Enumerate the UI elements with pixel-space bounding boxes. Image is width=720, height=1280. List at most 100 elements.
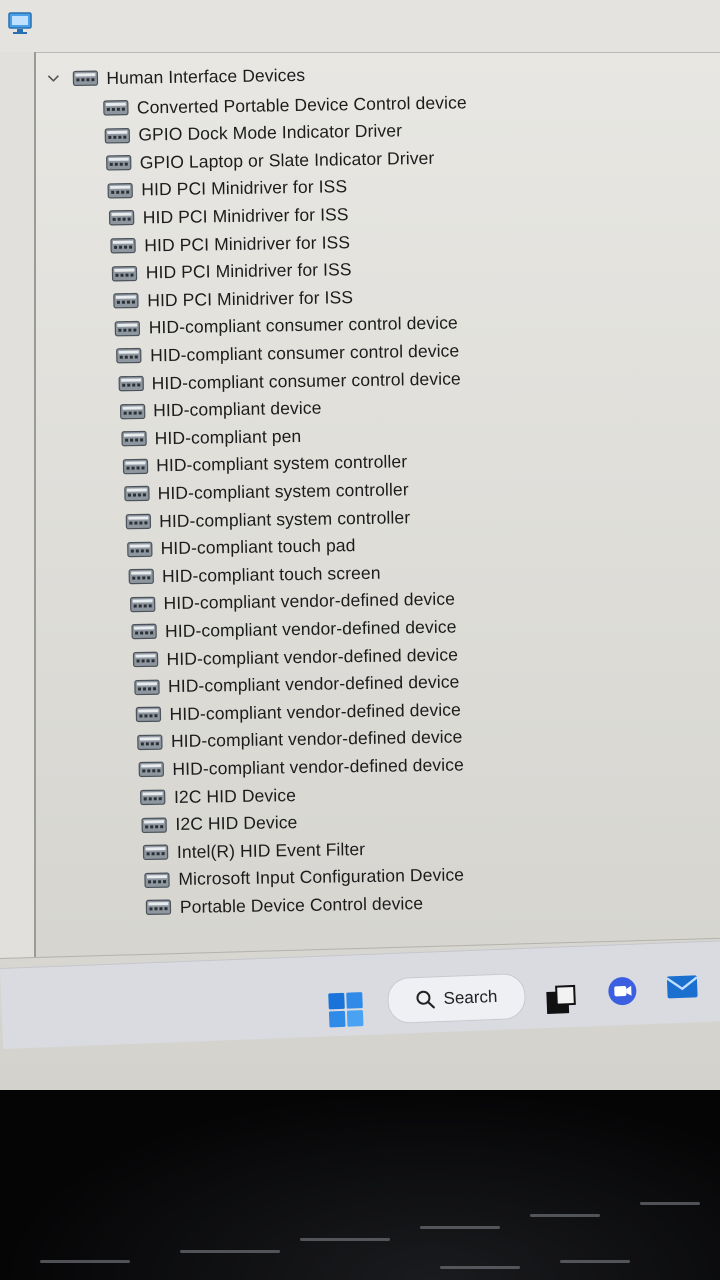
hid-device-icon: [137, 734, 163, 750]
device-item[interactable]: HID-compliant vendor-defined device: [134, 669, 460, 700]
device-label: HID PCI Minidriver for ISS: [142, 204, 349, 228]
hid-device-icon: [72, 70, 99, 87]
category-human-interface-devices[interactable]: Human Interface Devices: [46, 62, 305, 92]
device-label: GPIO Laptop or Slate Indicator Driver: [139, 147, 435, 173]
device-item[interactable]: HID-compliant vendor-defined device: [135, 697, 461, 728]
device-item[interactable]: HID-compliant vendor-defined device: [131, 614, 457, 645]
device-item[interactable]: HID-compliant pen: [120, 423, 301, 452]
device-item[interactable]: Converted Portable Device Control device: [103, 89, 467, 121]
device-label: HID-compliant vendor-defined device: [163, 588, 456, 614]
hid-device-icon: [126, 541, 153, 557]
device-item[interactable]: HID-compliant system controller: [125, 504, 410, 534]
hid-device-icon: [118, 375, 144, 392]
laptop-keyboard-area: [0, 1090, 720, 1280]
device-item[interactable]: HID PCI Minidriver for ISS: [113, 284, 353, 314]
device-label: HID-compliant consumer control device: [150, 340, 460, 366]
category-label: Human Interface Devices: [106, 64, 306, 88]
hid-device-icon: [144, 872, 171, 888]
meet-chat-icon[interactable]: [605, 974, 640, 1009]
device-item[interactable]: HID-compliant touch pad: [126, 533, 356, 563]
device-label: I2C HID Device: [173, 784, 297, 807]
hid-device-icon: [116, 348, 142, 364]
hid-device-icon: [110, 237, 136, 254]
hid-device-icon: [131, 624, 157, 640]
hid-device-icon: [107, 182, 134, 199]
device-item[interactable]: I2C HID Device: [141, 810, 298, 838]
device-label: HID-compliant vendor-defined device: [169, 699, 462, 724]
device-item[interactable]: Microsoft Input Configuration Device: [144, 862, 464, 893]
search-label: Search: [443, 986, 498, 1008]
device-label: HID-compliant consumer control device: [148, 312, 458, 338]
device-label: Microsoft Input Configuration Device: [178, 864, 465, 890]
device-item[interactable]: HID-compliant device: [119, 395, 322, 424]
hid-device-icon: [123, 486, 150, 502]
device-label: HID-compliant system controller: [157, 479, 409, 504]
hid-device-icon: [104, 127, 131, 144]
hid-device-icon: [115, 320, 141, 337]
taskbar-search-button[interactable]: Search: [386, 972, 527, 1025]
chevron-down-icon[interactable]: [46, 72, 60, 86]
device-item[interactable]: GPIO Dock Mode Indicator Driver: [104, 118, 402, 149]
device-item[interactable]: HID PCI Minidriver for ISS: [109, 202, 349, 232]
hid-device-icon: [128, 568, 154, 585]
hid-device-icon: [129, 596, 156, 613]
device-item[interactable]: HID-compliant consumer control device: [115, 310, 458, 341]
device-item[interactable]: HID-compliant vendor-defined device: [137, 724, 463, 755]
device-tree[interactable]: Human Interface Devices Converted Portab…: [40, 41, 720, 962]
hid-device-icon: [141, 817, 168, 833]
device-label: HID PCI Minidriver for ISS: [144, 231, 351, 255]
device-item[interactable]: GPIO Laptop or Slate Indicator Driver: [106, 145, 435, 176]
device-label: HID-compliant consumer control device: [151, 367, 461, 393]
device-item[interactable]: HID-compliant touch screen: [128, 560, 381, 590]
hid-device-icon: [113, 293, 139, 309]
device-label: HID-compliant device: [153, 397, 322, 421]
device-item[interactable]: Portable Device Control device: [146, 890, 424, 920]
hid-device-icon: [138, 761, 165, 778]
hid-device-icon: [112, 265, 138, 282]
device-label: HID-compliant vendor-defined device: [167, 671, 460, 697]
device-item[interactable]: HID PCI Minidriver for ISS: [112, 257, 352, 287]
hid-device-icon: [125, 513, 151, 530]
device-item[interactable]: HID-compliant consumer control device: [118, 365, 461, 396]
device-label: HID PCI Minidriver for ISS: [145, 259, 352, 283]
device-label: HID-compliant pen: [154, 425, 302, 448]
device-item[interactable]: HID PCI Minidriver for ISS: [107, 174, 347, 204]
search-icon: [416, 990, 435, 1009]
device-item[interactable]: HID-compliant vendor-defined device: [138, 752, 464, 783]
device-label: HID-compliant touch pad: [160, 535, 356, 559]
device-label: Converted Portable Device Control device: [136, 91, 467, 117]
device-label: HID-compliant system controller: [155, 451, 408, 476]
device-item[interactable]: HID PCI Minidriver for ISS: [110, 229, 350, 259]
left-pane: [0, 52, 36, 960]
device-item[interactable]: I2C HID Device: [140, 782, 296, 810]
hid-device-icon: [140, 789, 166, 806]
device-item[interactable]: HID-compliant system controller: [122, 449, 407, 479]
mail-icon[interactable]: [665, 968, 700, 1003]
device-item[interactable]: Intel(R) HID Event Filter: [143, 836, 366, 865]
device-item[interactable]: HID-compliant consumer control device: [116, 338, 459, 369]
hid-device-icon: [109, 210, 135, 226]
hid-device-icon: [146, 899, 172, 916]
device-label: HID PCI Minidriver for ISS: [147, 286, 354, 311]
device-manager-window: Human Interface Devices Converted Portab…: [0, 0, 720, 1090]
hid-device-icon: [143, 844, 169, 861]
hid-device-icon: [119, 403, 145, 419]
device-item[interactable]: HID-compliant vendor-defined device: [132, 642, 458, 673]
device-label: HID-compliant system controller: [158, 506, 411, 531]
hid-device-icon: [135, 706, 162, 723]
device-label: HID-compliant vendor-defined device: [170, 726, 463, 752]
device-item[interactable]: HID-compliant system controller: [123, 477, 409, 507]
windows-start-icon[interactable]: [327, 991, 364, 1028]
task-view-icon[interactable]: [543, 983, 578, 1018]
hid-device-icon: [122, 458, 148, 475]
device-label: Intel(R) HID Event Filter: [176, 838, 366, 862]
hid-device-icon: [134, 679, 160, 695]
hid-device-icon: [132, 651, 159, 668]
device-manager-app-icon: [8, 12, 32, 34]
device-label: I2C HID Device: [175, 812, 298, 835]
hid-device-icon: [121, 431, 147, 447]
device-label: HID PCI Minidriver for ISS: [141, 176, 348, 200]
device-label: HID-compliant touch screen: [161, 562, 381, 586]
device-item[interactable]: HID-compliant vendor-defined device: [129, 586, 455, 617]
device-label: Portable Device Control device: [179, 892, 424, 917]
